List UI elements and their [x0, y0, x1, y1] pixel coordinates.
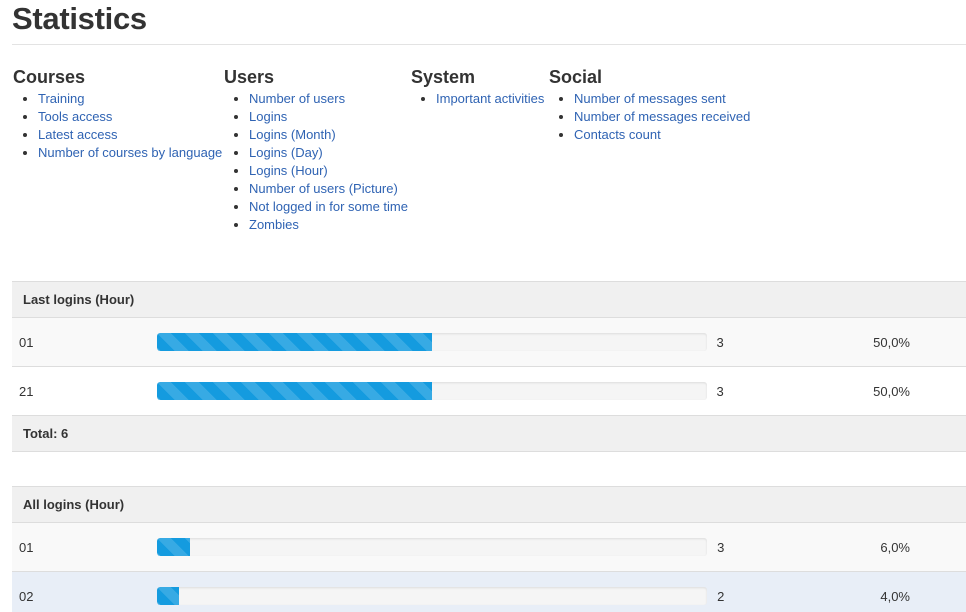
row-percent: 50,0%: [782, 317, 966, 367]
list-item: Number of messages received: [574, 108, 789, 126]
list-item: Zombies: [249, 216, 414, 234]
row-bar-cell: [156, 366, 717, 416]
statistics-page: Statistics Courses Training Tools access…: [0, 0, 966, 612]
link-logins[interactable]: Logins: [249, 109, 287, 124]
list-item: Important activities: [436, 90, 551, 108]
table-row: 02 2 4,0%: [12, 571, 966, 612]
table-row: 01 3 6,0%: [12, 522, 966, 572]
menu-system: System Important activities: [411, 66, 551, 108]
menu-system-heading: System: [411, 67, 476, 87]
link-messages-sent[interactable]: Number of messages sent: [574, 91, 726, 106]
row-hour-label: 01: [12, 317, 157, 367]
table-header-row: All logins (Hour): [12, 486, 966, 523]
row-hour-label: 21: [12, 366, 157, 416]
table-row: 21 3 50,0%: [12, 366, 966, 416]
progress-bar-fill: [156, 333, 432, 351]
row-hour-label: 01: [12, 522, 158, 572]
menu-social: Social Number of messages sent Number of…: [549, 66, 789, 144]
list-item: Logins (Day): [249, 144, 414, 162]
table-header-row: Last logins (Hour): [12, 281, 966, 318]
row-percent: 6,0%: [783, 522, 966, 572]
link-logins-day[interactable]: Logins (Day): [249, 145, 323, 160]
title-divider: [12, 44, 966, 45]
list-item: Number of users (Picture): [249, 180, 414, 198]
list-item: Number of courses by language: [38, 144, 225, 162]
list-item: Number of messages sent: [574, 90, 789, 108]
progress-bar-fill: [156, 382, 432, 400]
link-logins-hour[interactable]: Logins (Hour): [249, 163, 328, 178]
list-item: Logins (Month): [249, 126, 414, 144]
link-latest-access[interactable]: Latest access: [38, 127, 118, 142]
link-not-logged-in[interactable]: Not logged in for some time: [249, 199, 408, 214]
row-count: 3: [717, 522, 784, 572]
link-training[interactable]: Training: [38, 91, 84, 106]
last-logins-total: Total: 6: [12, 415, 966, 452]
row-bar-cell: [156, 317, 717, 367]
progress-bar-track: [156, 333, 707, 351]
list-item: Logins: [249, 108, 414, 126]
row-count: 2: [717, 571, 784, 612]
table-row: 01 3 50,0%: [12, 317, 966, 367]
link-users-picture[interactable]: Number of users (Picture): [249, 181, 398, 196]
progress-bar-track: [157, 538, 708, 556]
list-item: Training: [38, 90, 225, 108]
progress-bar-fill: [157, 538, 191, 556]
menu-courses-list: Training Tools access Latest access Numb…: [13, 90, 225, 162]
last-logins-heading: Last logins (Hour): [12, 281, 966, 318]
all-logins-table: All logins (Hour) 01 3 6,0% 02 2 4,0%: [12, 486, 966, 612]
row-count: 3: [716, 317, 783, 367]
row-hour-label: 02: [12, 571, 158, 612]
row-percent: 4,0%: [783, 571, 966, 612]
row-bar-cell: [157, 571, 718, 612]
row-bar-cell: [157, 522, 718, 572]
link-tools-access[interactable]: Tools access: [38, 109, 112, 124]
list-item: Latest access: [38, 126, 225, 144]
menu-social-heading: Social: [549, 67, 603, 87]
link-courses-by-language[interactable]: Number of courses by language: [38, 145, 222, 160]
link-important-activities[interactable]: Important activities: [436, 91, 544, 106]
menu-users-list: Number of users Logins Logins (Month) Lo…: [224, 90, 414, 234]
menu-users: Users Number of users Logins Logins (Mon…: [224, 66, 414, 234]
link-contacts-count[interactable]: Contacts count: [574, 127, 661, 142]
progress-bar-track: [156, 382, 707, 400]
all-logins-heading: All logins (Hour): [12, 486, 966, 523]
link-zombies[interactable]: Zombies: [249, 217, 299, 232]
table-total-row: Total: 6: [12, 415, 966, 452]
list-item: Tools access: [38, 108, 225, 126]
list-item: Logins (Hour): [249, 162, 414, 180]
menu-courses-heading: Courses: [13, 67, 86, 87]
menu-system-list: Important activities: [411, 90, 551, 108]
link-messages-received[interactable]: Number of messages received: [574, 109, 750, 124]
menu-courses: Courses Training Tools access Latest acc…: [13, 66, 225, 162]
menu-users-heading: Users: [224, 67, 275, 87]
last-logins-table: Last logins (Hour) 01 3 50,0% 21 3 50,0%…: [12, 281, 966, 452]
list-item: Not logged in for some time: [249, 198, 414, 216]
link-number-of-users[interactable]: Number of users: [249, 91, 345, 106]
menu-social-list: Number of messages sent Number of messag…: [549, 90, 789, 144]
progress-bar-track: [157, 587, 708, 605]
row-count: 3: [716, 366, 783, 416]
progress-bar-fill: [157, 587, 180, 605]
row-percent: 50,0%: [782, 366, 966, 416]
list-item: Number of users: [249, 90, 414, 108]
link-logins-month[interactable]: Logins (Month): [249, 127, 336, 142]
page-title: Statistics: [12, 1, 147, 36]
list-item: Contacts count: [574, 126, 789, 144]
